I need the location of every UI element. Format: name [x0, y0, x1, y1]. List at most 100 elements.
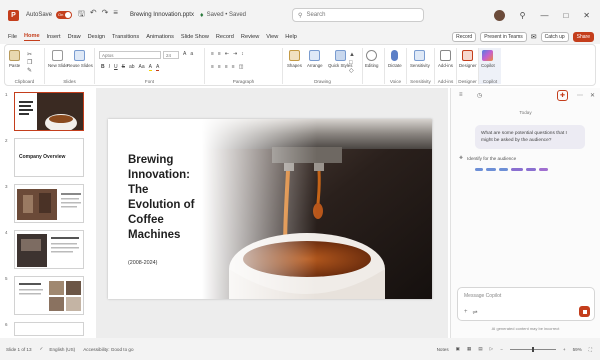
menu-icon[interactable]: ≡: [459, 92, 463, 98]
tab-draw[interactable]: Draw: [68, 34, 81, 40]
bullets-icon[interactable]: ≡: [211, 51, 214, 57]
line-spacing-icon[interactable]: ↕: [241, 51, 244, 57]
columns-icon[interactable]: ◫: [239, 64, 244, 70]
avatar[interactable]: [493, 9, 505, 21]
editing-button[interactable]: Editing: [365, 50, 378, 68]
tab-file[interactable]: File: [8, 34, 17, 40]
more-options-icon[interactable]: ⋯: [577, 92, 583, 99]
italic-icon[interactable]: I: [109, 64, 110, 71]
zoom-slider[interactable]: [509, 346, 556, 352]
copilot-button[interactable]: Copilot: [481, 50, 495, 68]
tab-transitions[interactable]: Transitions: [112, 34, 139, 40]
lightbulb-icon[interactable]: ⚲: [520, 11, 526, 20]
copilot-message-input[interactable]: Message Copilot + ⇌: [457, 287, 595, 321]
justify-icon[interactable]: ≡: [232, 64, 235, 70]
customize-qa-icon[interactable]: ≡: [113, 8, 118, 22]
comments-icon[interactable]: ✉: [531, 33, 537, 41]
normal-view-icon[interactable]: ▣: [456, 346, 460, 352]
autosave-toggle[interactable]: On: [56, 11, 73, 19]
document-title[interactable]: Brewing Innovation.pptx: [130, 12, 194, 18]
tab-animations[interactable]: Animations: [146, 34, 174, 40]
slide-sorter-icon[interactable]: ▦: [467, 346, 471, 352]
slide-thumbnail-5[interactable]: [14, 276, 84, 315]
designer-button[interactable]: Designer: [459, 50, 477, 68]
catch-up-button[interactable]: Catch up: [540, 32, 569, 42]
loading-indicator: [475, 168, 548, 171]
zoom-level[interactable]: 59%: [573, 347, 582, 352]
tab-view[interactable]: View: [266, 34, 278, 40]
addins-button[interactable]: Add-ins: [438, 50, 453, 68]
addins-group-label: Add-ins: [437, 79, 454, 84]
copilot-new-chat-icon[interactable]: ✚: [557, 90, 568, 101]
zoom-out-icon[interactable]: −: [500, 347, 503, 352]
accessibility-status[interactable]: Accessibility: Good to go: [83, 347, 133, 352]
zoom-slider-thumb[interactable]: [531, 346, 534, 352]
redo-icon[interactable]: ↷: [102, 8, 109, 22]
shape-fill-outline-icons[interactable]: ▲ □ ◇: [349, 51, 355, 75]
strikethrough-icon[interactable]: S: [122, 64, 125, 71]
sensitivity-button[interactable]: Sensitivity: [410, 50, 430, 68]
notes-button[interactable]: Notes: [437, 347, 449, 352]
present-in-teams-button[interactable]: Present in Teams: [480, 32, 527, 42]
spelling-icon[interactable]: ✓: [40, 346, 44, 352]
tab-slide-show[interactable]: Slide Show: [181, 34, 209, 40]
history-icon[interactable]: ◷: [477, 92, 482, 99]
slide-thumbnail-6[interactable]: [14, 322, 84, 336]
addins-icon: [439, 50, 451, 61]
slide-thumbnail-3[interactable]: [14, 184, 84, 223]
tab-review[interactable]: Review: [241, 34, 259, 40]
undo-icon[interactable]: ↶: [90, 8, 97, 22]
slides-group-label: Slides: [63, 79, 76, 84]
slide-title[interactable]: Brewing Innovation: The Evolution of Cof…: [128, 153, 228, 243]
reuse-slides-button[interactable]: Reuse Slides: [67, 50, 93, 68]
slide-thumbnail-1[interactable]: [14, 92, 84, 131]
change-case-icon[interactable]: Aa: [139, 64, 145, 71]
font-size-dropdown[interactable]: 24: [163, 51, 179, 59]
slide-thumbnail-4[interactable]: [14, 230, 84, 269]
dictate-button[interactable]: Dictate: [388, 50, 402, 68]
shapes-button[interactable]: Shapes: [287, 50, 302, 68]
fit-to-window-icon[interactable]: ⛶: [589, 347, 592, 352]
new-slide-button[interactable]: New Slide: [48, 50, 68, 68]
tab-home[interactable]: Home: [24, 33, 40, 41]
char-spacing-icon[interactable]: ab: [129, 64, 135, 71]
share-button[interactable]: Share: [572, 32, 594, 42]
slide-thumbnail-2[interactable]: Company Overview: [14, 138, 84, 177]
language-status[interactable]: English (US): [49, 347, 75, 352]
slide-subtitle-years[interactable]: (2008-2024): [128, 260, 157, 266]
font-name-dropdown[interactable]: Aptos: [99, 51, 161, 59]
stop-generating-button[interactable]: [579, 306, 590, 317]
tab-design[interactable]: Design: [88, 34, 105, 40]
prompts-icon[interactable]: ⇌: [473, 309, 478, 316]
maximize-icon[interactable]: □: [563, 11, 568, 20]
thumbnail-1-preview: [15, 93, 83, 130]
align-right-icon[interactable]: ≡: [225, 64, 228, 70]
add-icon[interactable]: +: [464, 309, 468, 316]
bold-icon[interactable]: B: [101, 64, 105, 71]
underline-icon[interactable]: U: [114, 64, 118, 71]
tab-insert[interactable]: Insert: [47, 34, 61, 40]
increase-indent-icon[interactable]: ⇥: [233, 51, 237, 57]
tab-help[interactable]: Help: [285, 34, 297, 40]
align-left-icon[interactable]: ≡: [211, 64, 214, 70]
paste-button[interactable]: Paste: [9, 50, 20, 68]
highlight-icon[interactable]: A: [148, 64, 153, 71]
current-slide[interactable]: Brewing Innovation: The Evolution of Cof…: [108, 119, 432, 299]
slideshow-icon[interactable]: ▷: [490, 346, 494, 352]
close-icon[interactable]: ✕: [583, 11, 590, 20]
align-center-icon[interactable]: ≡: [218, 64, 221, 70]
close-pane-icon[interactable]: ✕: [590, 92, 595, 99]
decrease-indent-icon[interactable]: ⇤: [225, 51, 229, 57]
font-color-icon[interactable]: A: [156, 64, 160, 71]
reading-view-icon[interactable]: ▤: [478, 346, 482, 352]
save-icon[interactable]: 🖫: [78, 8, 85, 22]
minimize-icon[interactable]: —: [540, 11, 548, 20]
record-button[interactable]: Record: [452, 32, 477, 42]
grow-font-icon[interactable]: A: [183, 51, 186, 57]
numbering-icon[interactable]: ≡: [218, 51, 221, 57]
shrink-font-icon[interactable]: a: [190, 51, 193, 57]
tab-record[interactable]: Record: [216, 34, 234, 40]
arrange-button[interactable]: Arrange: [307, 50, 323, 68]
zoom-in-icon[interactable]: +: [563, 347, 566, 352]
search-box[interactable]: ⚲ Search: [292, 8, 425, 22]
